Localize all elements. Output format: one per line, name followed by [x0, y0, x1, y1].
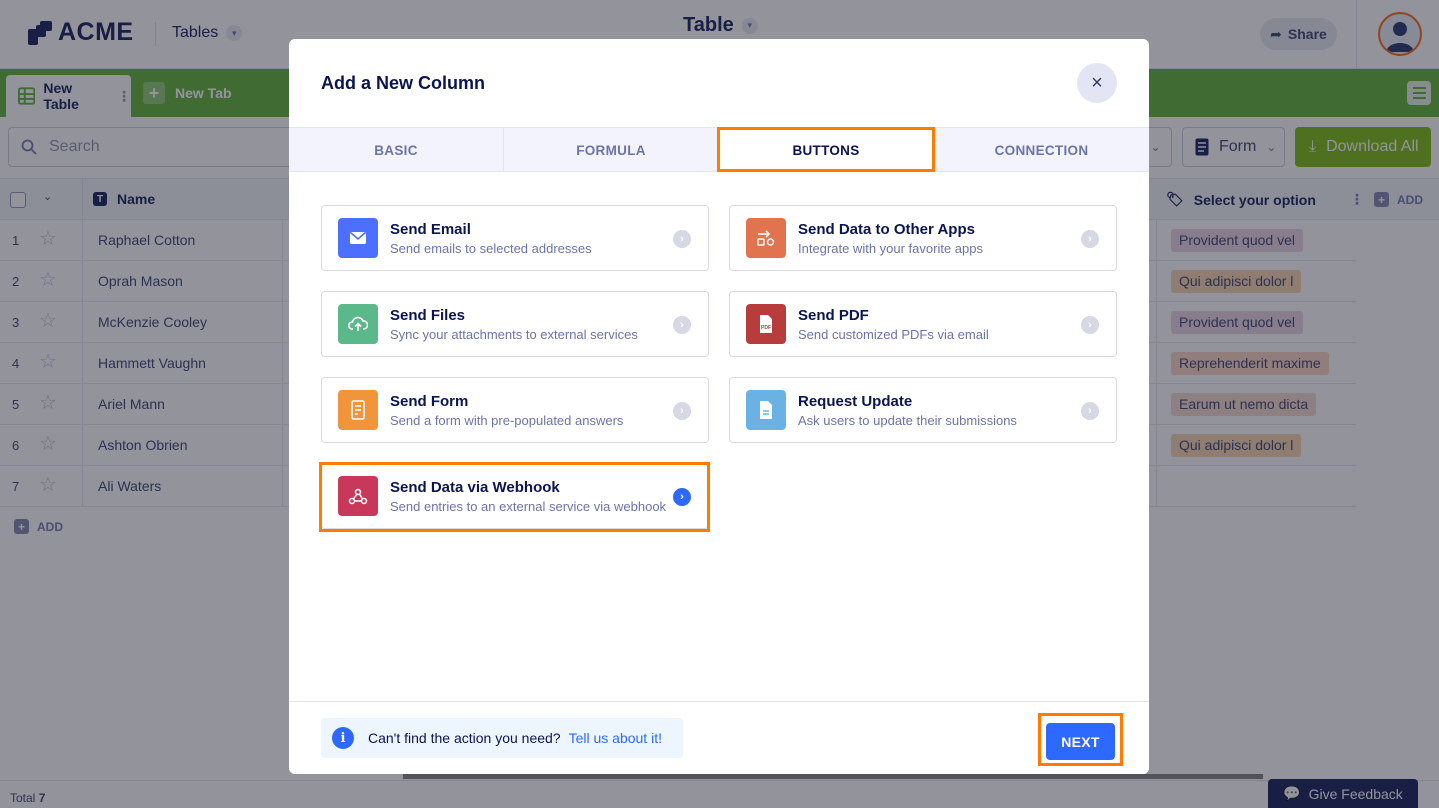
action-subtitle: Send entries to an external service via …: [390, 499, 667, 514]
action-subtitle: Send a form with pre-populated answers: [390, 413, 624, 428]
modal-footer: i Can't find the action you need? Tell u…: [289, 701, 1149, 774]
info-icon: i: [332, 727, 354, 749]
help-link[interactable]: Tell us about it!: [569, 730, 662, 746]
cloud-upload-icon: [338, 304, 378, 344]
close-icon: ×: [1091, 71, 1103, 94]
close-button[interactable]: ×: [1077, 63, 1117, 103]
action-card-send-email[interactable]: Send Email Send emails to selected addres…: [321, 205, 709, 271]
tab-basic[interactable]: BASIC: [289, 128, 504, 172]
action-subtitle: Send emails to selected addresses: [390, 241, 592, 256]
webhook-icon: [338, 476, 378, 516]
chevron-right-icon: ›: [1081, 316, 1099, 334]
action-card-send-files[interactable]: Send Files Sync your attachments to exter…: [321, 291, 709, 357]
modal-tab-bar: BASIC FORMULA BUTTONS CONNECTION: [289, 127, 1149, 172]
envelope-icon: [338, 218, 378, 258]
chevron-right-icon: ›: [1081, 230, 1099, 248]
action-title: Send Data via Webhook: [390, 479, 560, 496]
action-title: Request Update: [798, 393, 913, 410]
action-subtitle: Send customized PDFs via email: [798, 327, 989, 342]
action-subtitle: Ask users to update their submissions: [798, 413, 1017, 428]
chevron-right-icon: ›: [673, 402, 691, 420]
next-button[interactable]: NEXT: [1046, 723, 1115, 760]
action-title: Send Data to Other Apps: [798, 221, 975, 238]
chevron-right-icon: ›: [673, 488, 691, 506]
action-title: Send PDF: [798, 307, 869, 324]
action-card-request-update[interactable]: Request Update Ask users to update their …: [729, 377, 1117, 443]
action-subtitle: Integrate with your favorite apps: [798, 241, 983, 256]
modal-title: Add a New Column: [321, 73, 486, 93]
tab-formula[interactable]: FORMULA: [504, 128, 719, 172]
tab-buttons[interactable]: BUTTONS: [719, 128, 934, 172]
help-banner: i Can't find the action you need? Tell u…: [321, 718, 683, 758]
action-subtitle: Sync your attachments to external servic…: [390, 327, 638, 342]
action-title: Send Email: [390, 221, 471, 238]
chevron-right-icon: ›: [1081, 402, 1099, 420]
add-column-modal: Add a New Column × BASIC FORMULA BUTTONS CO…: [289, 39, 1149, 774]
action-title: Send Files: [390, 307, 466, 324]
form-icon: [338, 390, 378, 430]
action-card-send-data-to-other-apps[interactable]: Send Data to Other Apps Integrate with yo…: [729, 205, 1117, 271]
action-title: Send Form: [390, 393, 469, 410]
apps-icon: [746, 218, 786, 258]
pdf-icon: PDF: [746, 304, 786, 344]
tab-connection[interactable]: CONNECTION: [934, 128, 1149, 172]
document-icon: [746, 390, 786, 430]
chevron-right-icon: ›: [673, 230, 691, 248]
action-card-send-pdf[interactable]: PDF Send PDF Send customized PDFs via emai…: [729, 291, 1117, 357]
help-text: Can't find the action you need?: [368, 730, 561, 746]
action-card-send-data-via-webhook[interactable]: Send Data via Webhook Send entries to an …: [321, 463, 709, 529]
svg-text:PDF: PDF: [761, 325, 771, 331]
chevron-right-icon: ›: [673, 316, 691, 334]
action-card-send-form[interactable]: Send Form Send a form with pre-populated …: [321, 377, 709, 443]
